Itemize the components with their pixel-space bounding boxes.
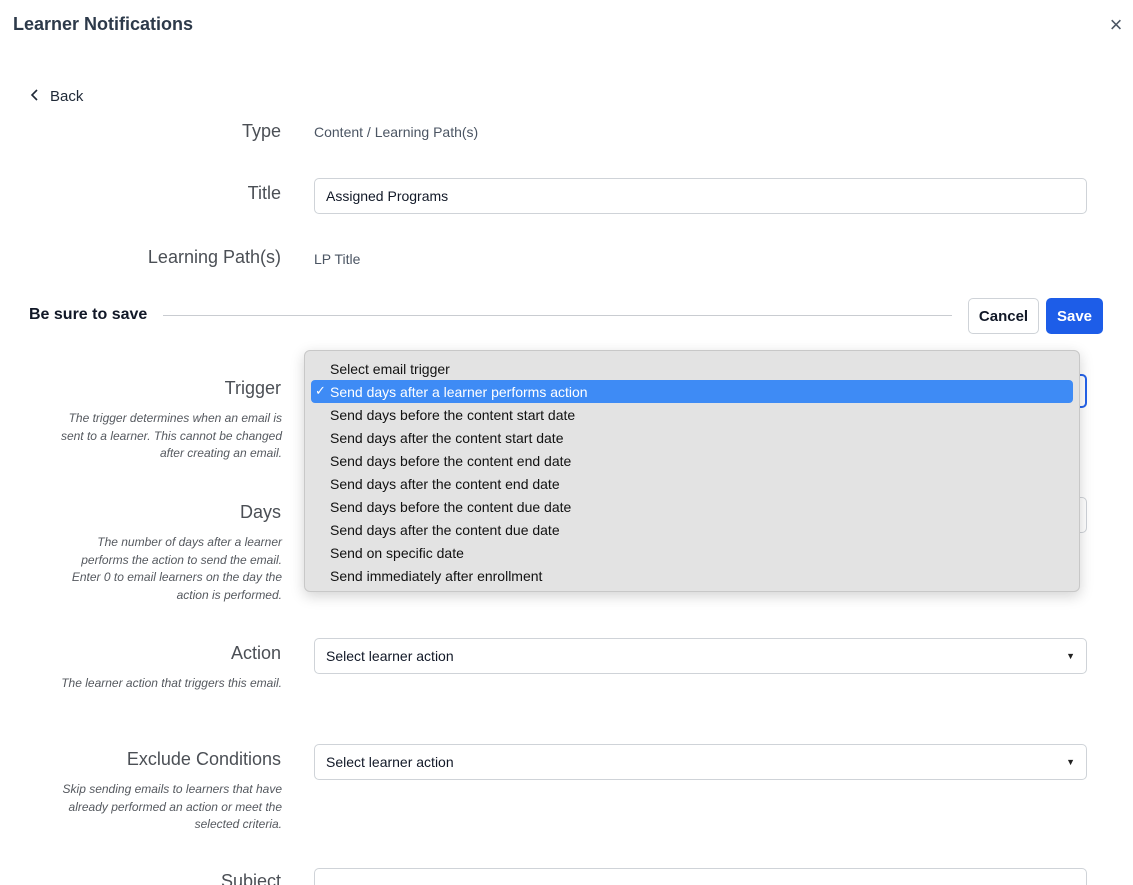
check-icon: ✓	[315, 383, 326, 398]
days-help: The number of days after a learner perfo…	[71, 535, 282, 602]
dropdown-option[interactable]: Send days after the content start date	[311, 426, 1073, 449]
divider	[163, 315, 952, 316]
caret-down-icon: ▼	[1066, 757, 1075, 767]
subject-label: Subject	[220, 871, 281, 885]
learning-paths-label: Learning Path(s)	[147, 247, 281, 267]
close-icon[interactable]: ×	[1106, 14, 1126, 36]
trigger-label: Trigger	[224, 378, 281, 398]
subject-input[interactable]	[314, 868, 1087, 885]
days-label: Days	[239, 502, 281, 522]
action-select[interactable]: Select learner action ▼	[314, 638, 1087, 674]
dropdown-option[interactable]: Send immediately after enrollment	[311, 564, 1073, 587]
dropdown-option[interactable]: Select email trigger	[311, 357, 1073, 380]
action-label: Action	[230, 643, 281, 663]
dropdown-option[interactable]: Send on specific date	[311, 541, 1073, 564]
title-input[interactable]: Assigned Programs	[314, 178, 1087, 214]
type-value: Content / Learning Path(s)	[314, 124, 479, 140]
dropdown-option[interactable]: Send days after the content end date	[311, 472, 1073, 495]
title-label: Title	[247, 183, 281, 203]
dropdown-option[interactable]: Send days before the content end date	[311, 449, 1073, 472]
type-label: Type	[241, 121, 281, 141]
dropdown-option[interactable]: ✓ Send days after a learner performs acti…	[311, 380, 1073, 403]
save-reminder: Be sure to save	[29, 306, 148, 323]
action-help: The learner action that triggers this em…	[61, 676, 282, 690]
exclude-conditions-help: Skip sending emails to learners that hav…	[62, 782, 282, 831]
trigger-dropdown: Select email trigger ✓ Send days after a …	[304, 350, 1080, 592]
dropdown-option[interactable]: Send days before the content due date	[311, 495, 1073, 518]
exclude-conditions-value: Select learner action	[326, 754, 454, 770]
title-input-value: Assigned Programs	[326, 188, 449, 204]
dialog-title: Learner Notifications	[13, 14, 194, 34]
exclude-conditions-label: Exclude Conditions	[126, 749, 281, 769]
caret-down-icon: ▼	[1066, 651, 1075, 661]
back-link[interactable]: Back	[30, 88, 83, 105]
cancel-button[interactable]: Cancel	[968, 298, 1039, 334]
learning-paths-value: LP Title	[314, 251, 361, 267]
trigger-help: The trigger determines when an email is …	[60, 411, 282, 460]
exclude-conditions-select[interactable]: Select learner action ▼	[314, 744, 1087, 780]
chevron-left-icon	[30, 88, 40, 105]
dropdown-option[interactable]: Send days before the content start date	[311, 403, 1073, 426]
dropdown-option[interactable]: Send days after the content due date	[311, 518, 1073, 541]
save-button[interactable]: Save	[1046, 298, 1103, 334]
action-select-value: Select learner action	[326, 648, 454, 664]
back-label: Back	[50, 88, 84, 105]
